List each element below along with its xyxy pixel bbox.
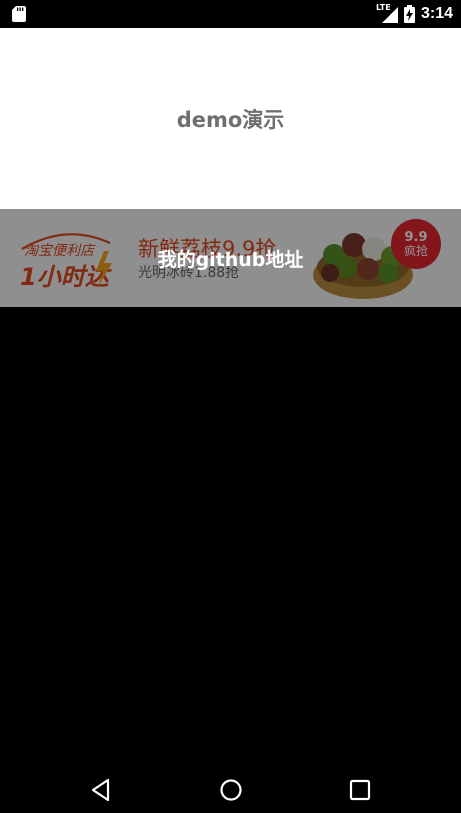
signal-icon: LTE [376, 3, 398, 23]
sd-card-icon [12, 6, 26, 22]
back-icon[interactable] [88, 777, 114, 803]
clock: 3:14 [420, 5, 453, 22]
battery-icon [403, 5, 415, 23]
navigation-bar [0, 765, 461, 813]
github-link[interactable]: 我的github地址 [0, 245, 461, 272]
status-indicators: LTE 3:14 [376, 0, 453, 28]
status-bar: LTE 3:14 [0, 0, 461, 28]
demo-title: demo演示 [176, 107, 285, 132]
promo-banner[interactable]: 淘宝便利店 1小时达 新鲜荔枝9.9抢 光明冰砖1.88抢 9.9 疯抢 我的g… [0, 209, 461, 307]
recents-icon[interactable] [347, 777, 373, 803]
demo-panel: demo演示 [0, 28, 461, 209]
home-icon[interactable] [218, 777, 244, 803]
